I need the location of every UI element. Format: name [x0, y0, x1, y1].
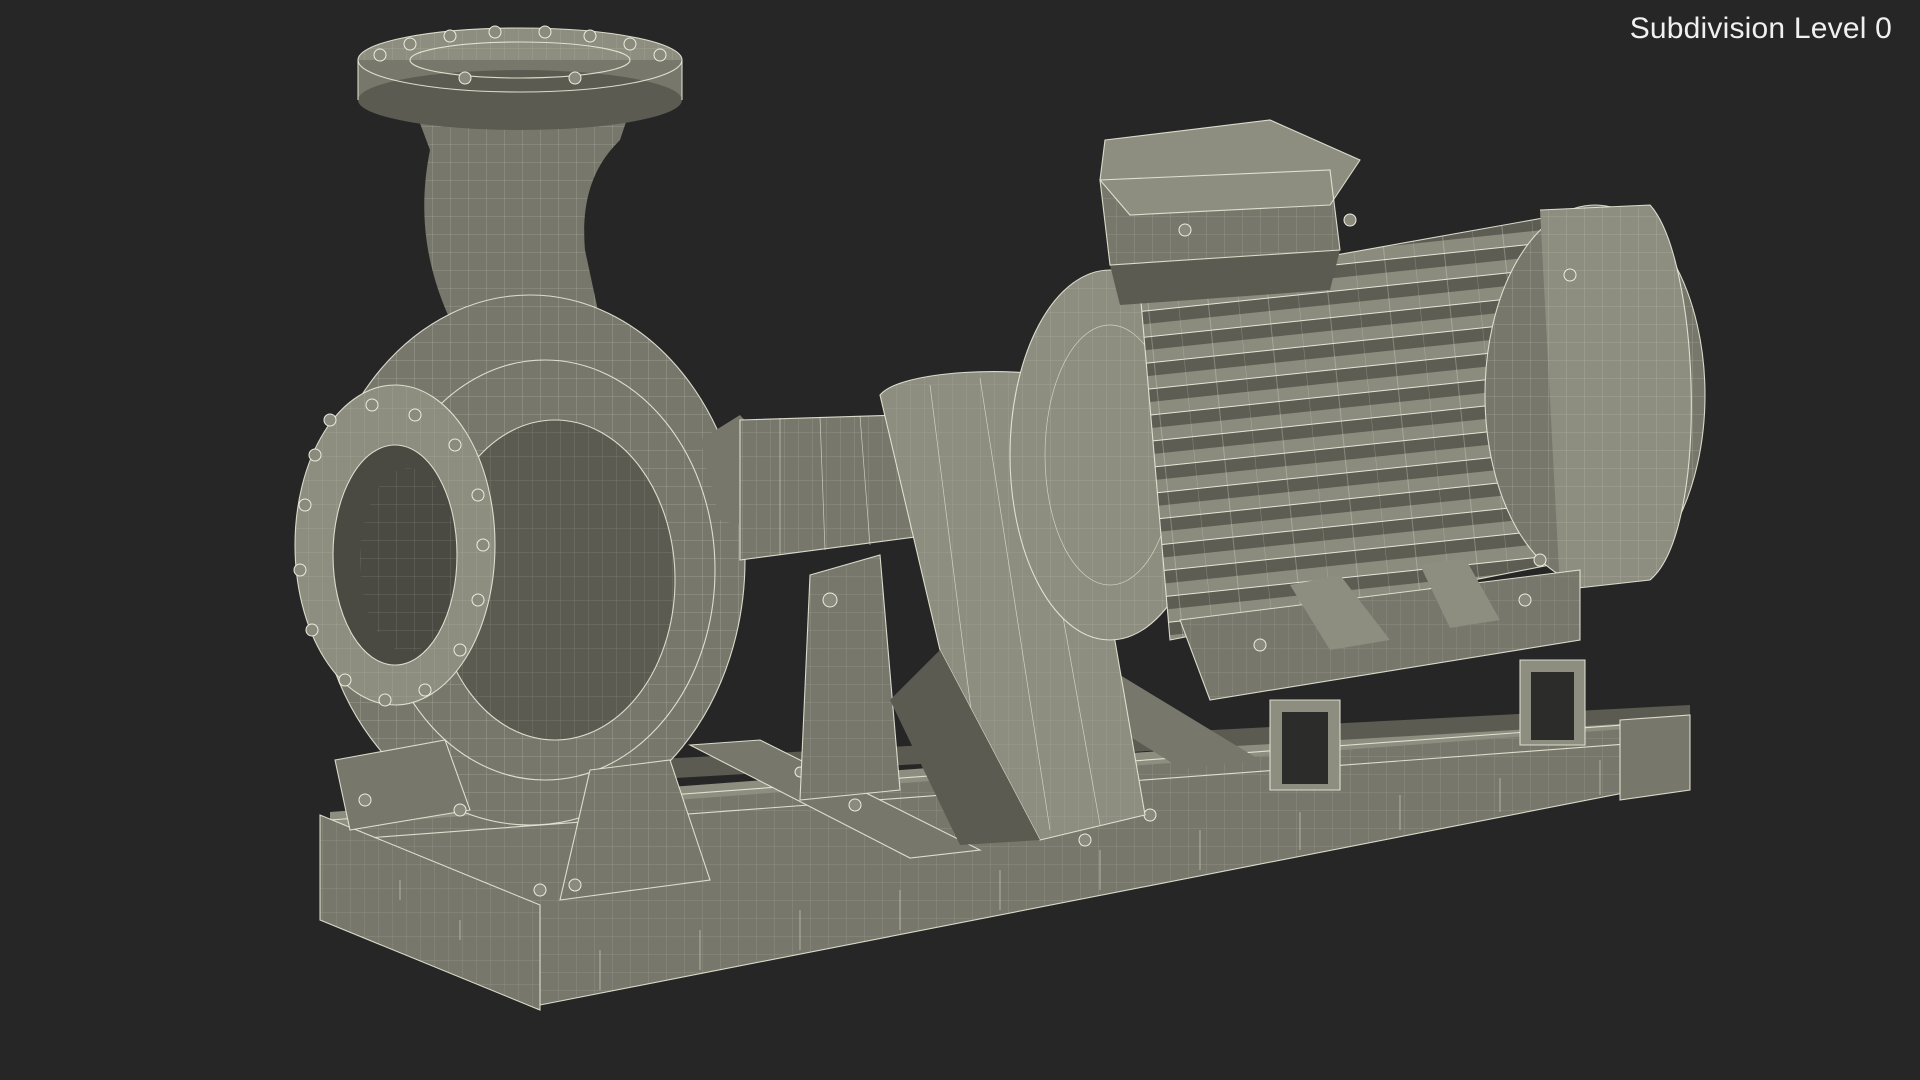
electric-motor	[1009, 119, 1706, 701]
terminal-box	[1099, 119, 1361, 305]
subdivision-level-label: Subdivision Level 0	[1629, 12, 1892, 45]
3d-viewport[interactable]: Subdivision Level 0	[0, 0, 1920, 1080]
pump-wireframe-model	[293, 25, 1706, 1011]
